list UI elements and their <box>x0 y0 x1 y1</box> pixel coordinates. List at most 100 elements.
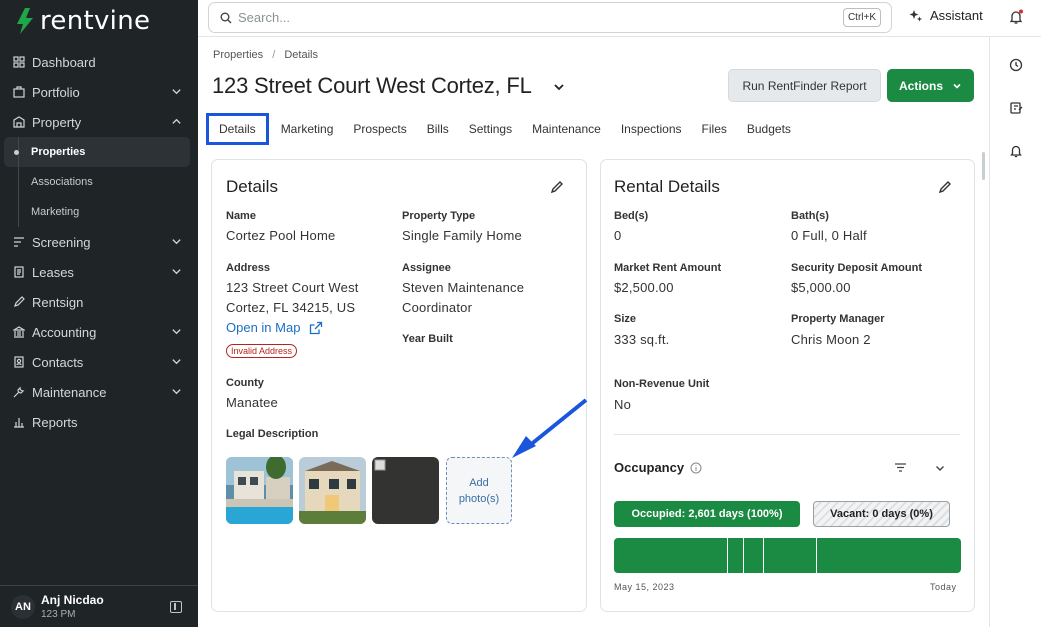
rentvine-logo[interactable]: rentvine <box>14 4 150 38</box>
add-photos-button[interactable]: Add photo(s) <box>446 457 512 524</box>
chevron-down-icon[interactable] <box>934 462 946 474</box>
tab-settings[interactable]: Settings <box>459 113 522 145</box>
main-content: Properties / Details 123 Street Court We… <box>198 37 989 627</box>
sidebar-subitem-associations[interactable]: Associations <box>0 167 190 197</box>
assignee-line2: Coordinator <box>402 300 473 315</box>
tab-files[interactable]: Files <box>692 113 737 145</box>
sidebar-item-reports[interactable]: Reports <box>0 407 198 437</box>
actions-button[interactable]: Actions <box>887 69 974 102</box>
timeline-segment-divider <box>763 538 764 573</box>
search-input[interactable]: Search... Ctrl+K <box>208 2 892 33</box>
sidebar-item-dashboard[interactable]: Dashboard <box>0 47 198 77</box>
sidebar-item-rentsign[interactable]: Rentsign <box>0 287 198 317</box>
timeline-end-label: Today <box>930 582 957 592</box>
filter-lines-icon[interactable] <box>894 462 907 473</box>
collapse-sidebar-icon[interactable] <box>170 601 182 613</box>
add-photo-line1: Add <box>469 476 489 489</box>
notes-icon[interactable] <box>1009 101 1023 115</box>
open-in-map-link[interactable]: Open in Map <box>226 320 323 335</box>
run-rentfinder-button[interactable]: Run RentFinder Report <box>728 69 881 102</box>
property-photo[interactable] <box>372 457 439 524</box>
assignee-line1: Steven Maintenance <box>402 280 525 295</box>
wrench-icon <box>12 386 25 399</box>
name-value: Cortez Pool Home <box>226 228 336 243</box>
tab-bar: Details Marketing Prospects Bills Settin… <box>206 113 801 145</box>
scrollbar[interactable] <box>982 152 985 180</box>
property-manager-label: Property Manager <box>791 313 885 325</box>
right-rail <box>989 37 1041 627</box>
property-photo[interactable] <box>299 457 366 524</box>
sidebar-item-screening[interactable]: Screening <box>0 227 198 257</box>
sidebar-subitem-marketing[interactable]: Marketing <box>0 197 190 227</box>
sidebar-item-leases[interactable]: Leases <box>0 257 198 287</box>
bell-icon[interactable] <box>1009 144 1023 158</box>
tab-details[interactable]: Details <box>206 113 269 145</box>
sidebar-item-portfolio[interactable]: Portfolio <box>0 77 198 107</box>
breadcrumb: Properties / Details <box>213 49 324 61</box>
add-photo-line2: photo(s) <box>458 492 500 505</box>
chevron-up-icon <box>172 118 181 124</box>
sidebar-item-contacts[interactable]: Contacts <box>0 347 198 377</box>
sidebar-nav: Dashboard Portfolio Property Properties … <box>0 47 198 437</box>
divider <box>614 434 960 435</box>
notifications-button[interactable] <box>1008 9 1024 30</box>
beds-value: 0 <box>614 228 622 243</box>
sidebar-item-property[interactable]: Property <box>0 107 198 137</box>
vacant-pill: Vacant: 0 days (0%) <box>813 501 950 527</box>
tab-inspections[interactable]: Inspections <box>611 113 692 145</box>
property-type-label: Property Type <box>402 210 476 222</box>
clock-icon[interactable] <box>1009 58 1023 72</box>
user-company: 123 PM <box>41 609 76 620</box>
logo-text: rentvine <box>40 6 151 36</box>
sidebar-item-label: Portfolio <box>32 84 80 100</box>
county-label: County <box>226 377 264 389</box>
tab-prospects[interactable]: Prospects <box>343 113 416 145</box>
sidebar-item-label: Accounting <box>32 324 97 340</box>
bell-icon <box>1009 9 1023 24</box>
broken-image-icon <box>374 459 386 471</box>
sidebar-subitem-properties[interactable]: Properties <box>4 137 190 167</box>
assistant-button[interactable]: Assistant <box>909 8 983 23</box>
sidebar-item-label: Leases <box>32 264 74 280</box>
tab-maintenance[interactable]: Maintenance <box>522 113 611 145</box>
chevron-down-icon <box>172 329 181 335</box>
document-icon <box>12 266 25 279</box>
sidebar-item-label: Contacts <box>32 354 84 370</box>
year-built-label: Year Built <box>402 333 453 345</box>
property-photo[interactable] <box>226 457 293 524</box>
briefcase-icon <box>12 86 25 99</box>
chevron-down-icon <box>172 389 181 395</box>
bar-chart-icon <box>12 416 25 429</box>
keyboard-shortcut: Ctrl+K <box>842 8 881 27</box>
tab-marketing[interactable]: Marketing <box>271 113 344 145</box>
leaf-logo-icon <box>17 8 33 34</box>
sidebar-item-accounting[interactable]: Accounting <box>0 317 198 347</box>
size-value: 333 sq.ft. <box>614 332 670 347</box>
chevron-down-icon <box>172 239 181 245</box>
external-link-icon <box>310 321 323 334</box>
pencil-icon[interactable] <box>938 180 952 194</box>
sidebar-item-label: Rentsign <box>32 294 84 310</box>
chevron-down-icon[interactable] <box>552 80 566 94</box>
pen-icon <box>12 296 25 309</box>
sidebar: rentvine Dashboard Portfolio Property Pr… <box>0 0 198 627</box>
sparkle-icon <box>909 9 922 21</box>
address-line1: 123 Street Court West <box>226 280 359 295</box>
tab-bills[interactable]: Bills <box>417 113 459 145</box>
info-icon[interactable] <box>690 462 702 474</box>
sidebar-item-label: Reports <box>32 414 78 430</box>
breadcrumb-properties[interactable]: Properties <box>213 49 263 61</box>
occupied-pill: Occupied: 2,601 days (100%) <box>614 501 800 527</box>
tab-budgets[interactable]: Budgets <box>737 113 801 145</box>
chevron-down-icon <box>172 359 181 365</box>
details-card-title: Details <box>226 177 278 196</box>
timeline-segment-divider <box>816 538 817 573</box>
sidebar-item-maintenance[interactable]: Maintenance <box>0 377 198 407</box>
pencil-icon[interactable] <box>550 180 564 194</box>
user-name: Anj Nicdao <box>41 593 104 607</box>
grid-icon <box>12 56 25 69</box>
property-manager-value: Chris Moon 2 <box>791 332 871 347</box>
county-value: Manatee <box>226 395 278 410</box>
user-profile[interactable]: AN Anj Nicdao 123 PM <box>0 585 198 627</box>
annotation-arrow-icon <box>512 398 588 458</box>
